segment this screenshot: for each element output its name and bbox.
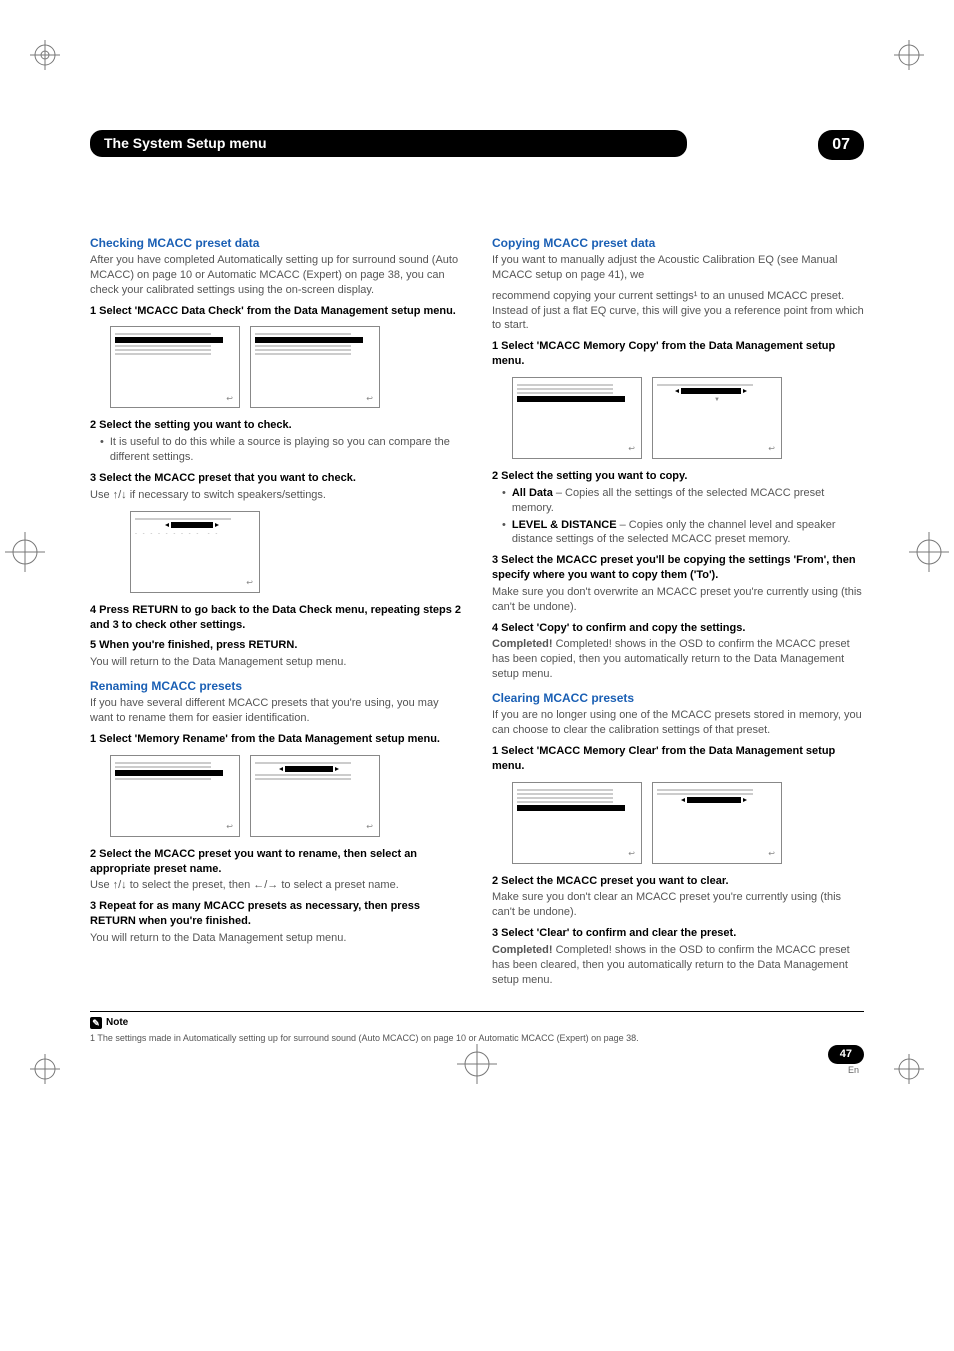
return-icon: ↩ (226, 394, 233, 405)
osd-diagram: ↩ (250, 755, 380, 837)
chapter-number-badge: 07 (818, 130, 864, 160)
osd-diagram: ↩ (110, 755, 240, 837)
step-text: 5 When you're finished, press RETURN. (90, 638, 462, 653)
heading-checking-mcacc: Checking MCACC preset data (90, 235, 462, 251)
osd-diagram: ↩ (652, 782, 782, 864)
step-text: 1 Select 'Memory Rename' from the Data M… (90, 732, 462, 747)
page-number-badge: 47 (828, 1045, 864, 1064)
osd-diagram: ↩ (110, 326, 240, 408)
bullet-text: It is useful to do this while a source i… (110, 435, 462, 465)
step-text: 2 Select the setting you want to copy. (492, 469, 864, 484)
page-language-label: En (848, 1064, 859, 1076)
osd-diagram: ↩ (512, 782, 642, 864)
step-text: 2 Select the MCACC preset you want to re… (90, 847, 462, 877)
osd-diagram: ↩ (512, 377, 642, 459)
body-text: If you have several different MCACC pres… (90, 696, 462, 726)
step-text: 3 Select the MCACC preset that you want … (90, 471, 462, 486)
step-text: 4 Press RETURN to go back to the Data Ch… (90, 603, 462, 633)
body-text: You will return to the Data Management s… (90, 655, 462, 670)
step-text: 2 Select the setting you want to check. (90, 418, 462, 433)
footnote-text: 1 The settings made in Automatically set… (90, 1032, 864, 1044)
step-text: 4 Select 'Copy' to confirm and copy the … (492, 621, 864, 636)
right-column: Copying MCACC preset data If you want to… (492, 227, 864, 994)
step-text: 1 Select 'MCACC Data Check' from the Dat… (90, 304, 462, 319)
bullet-item: •All Data – Copies all the settings of t… (502, 486, 864, 516)
body-text: Completed! Completed! shows in the OSD t… (492, 943, 864, 988)
section-header: The System Setup menu (90, 130, 687, 157)
heading-clearing-mcacc: Clearing MCACC presets (492, 690, 864, 706)
step-text: 1 Select 'MCACC Memory Clear' from the D… (492, 744, 864, 774)
left-column: Checking MCACC preset data After you hav… (90, 227, 462, 994)
note-icon: ✎ (90, 1017, 102, 1029)
osd-diagram: - - - - - - - - - - - ↩ (130, 511, 260, 593)
heading-copying-mcacc: Copying MCACC preset data (492, 235, 864, 251)
return-icon: ↩ (628, 849, 635, 860)
bullet-text: – Copies all the settings of the selecte… (512, 487, 824, 514)
body-text: Make sure you don't overwrite an MCACC p… (492, 585, 864, 615)
osd-diagram-row: ↩ ↩ (110, 326, 462, 408)
body-text: Use ↑/↓ if necessary to switch speakers/… (90, 488, 462, 503)
return-icon: ↩ (246, 578, 253, 589)
return-icon: ↩ (768, 444, 775, 455)
return-icon: ↩ (366, 394, 373, 405)
body-text: If you are no longer using one of the MC… (492, 708, 864, 738)
horizontal-rule (90, 1011, 864, 1012)
osd-diagram-row: - - - - - - - - - - - ↩ (130, 511, 462, 593)
bullet-title: All Data (512, 487, 553, 499)
step-text: 3 Select 'Clear' to confirm and clear th… (492, 926, 864, 941)
return-icon: ↩ (768, 849, 775, 860)
bullet-item: •LEVEL & DISTANCE – Copies only the chan… (502, 518, 864, 548)
step-text: 3 Repeat for as many MCACC presets as ne… (90, 899, 462, 929)
body-text: After you have completed Automatically s… (90, 253, 462, 298)
osd-diagram: ↩ (250, 326, 380, 408)
note-label-text: Note (106, 1016, 128, 1030)
step-text: 3 Select the MCACC preset you'll be copy… (492, 553, 864, 583)
note-label: ✎ Note (90, 1016, 128, 1030)
body-text: recommend copying your current settings¹… (492, 289, 864, 334)
osd-diagram-row: ↩ ▼ ↩ (512, 377, 864, 459)
bullet-item: •It is useful to do this while a source … (100, 435, 462, 465)
osd-diagram: ▼ ↩ (652, 377, 782, 459)
body-text: You will return to the Data Management s… (90, 931, 462, 946)
return-icon: ↩ (628, 444, 635, 455)
return-icon: ↩ (226, 822, 233, 833)
osd-diagram-row: ↩ ↩ (110, 755, 462, 837)
body-text: If you want to manually adjust the Acous… (492, 253, 864, 283)
body-text: Completed! Completed! shows in the OSD t… (492, 637, 864, 682)
heading-renaming-mcacc: Renaming MCACC presets (90, 678, 462, 694)
return-icon: ↩ (366, 822, 373, 833)
bullet-title: LEVEL & DISTANCE (512, 519, 617, 531)
step-text: 2 Select the MCACC preset you want to cl… (492, 874, 864, 889)
body-text: Use ↑/↓ to select the preset, then ←/→ t… (90, 878, 462, 893)
step-text: 1 Select 'MCACC Memory Copy' from the Da… (492, 339, 864, 369)
osd-diagram-row: ↩ ↩ (512, 782, 864, 864)
body-text: Make sure you don't clear an MCACC prese… (492, 890, 864, 920)
